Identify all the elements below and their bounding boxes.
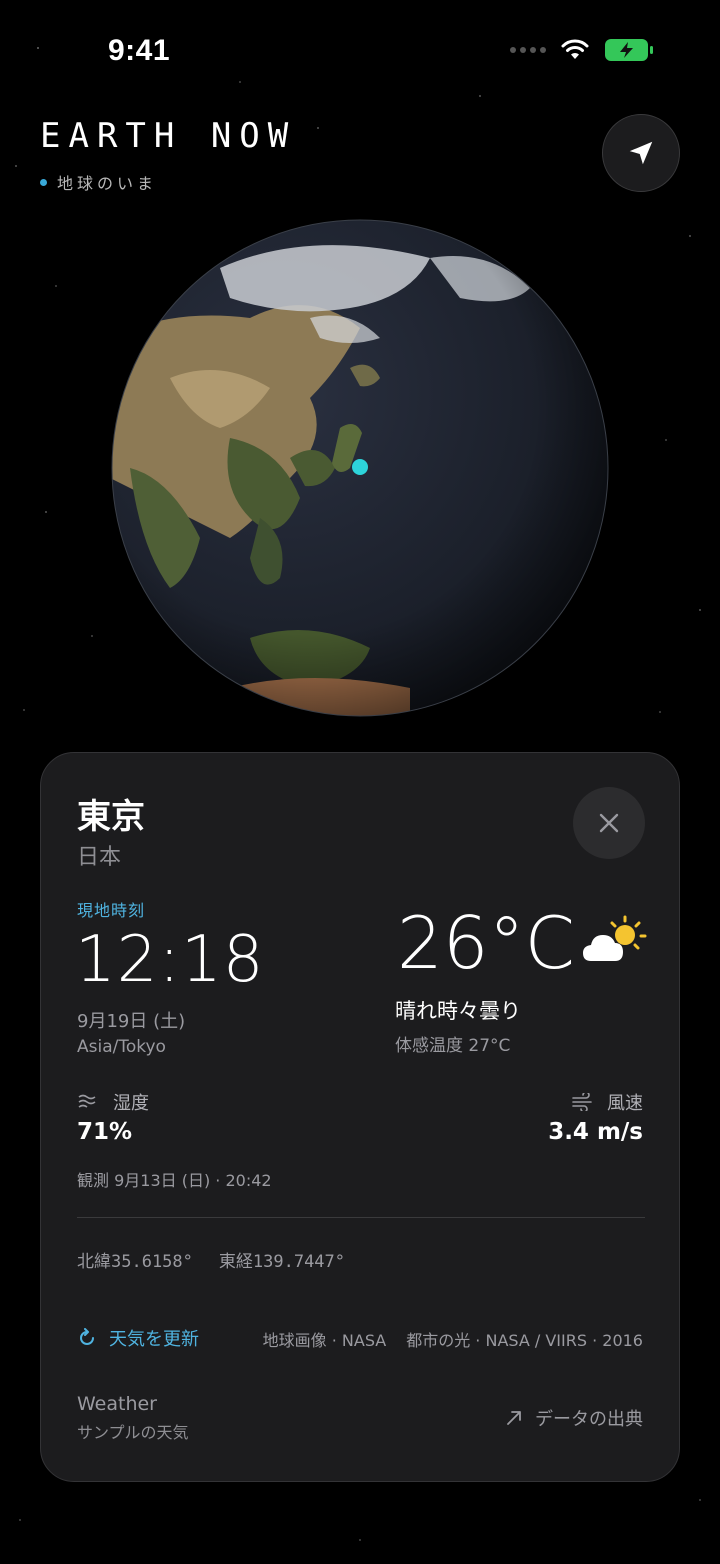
external-link-icon [507,1411,521,1425]
wind-label-text: 風速 [607,1093,643,1114]
close-icon [599,813,619,833]
local-date: 9月19日 (土) [77,1011,186,1032]
humidity-label-text: 湿度 [113,1093,149,1114]
status-time: 9:41 [108,34,171,67]
longitude: 東経139.7447° [218,1252,346,1272]
humidity-value: 71% [77,1119,133,1145]
cellular-signal-icon [510,47,546,53]
location-marker[interactable] [352,459,368,475]
close-button[interactable] [573,787,645,859]
app-subtitle: 地球のいま [40,170,157,194]
divider [77,1217,645,1218]
credit-city-lights: 都市の光 · NASA / VIIRS · 2016 [406,1331,643,1350]
partly-sunny-icon [583,915,647,961]
timezone: Asia/Tokyo [77,1037,166,1057]
live-indicator-dot [40,178,47,186]
temperature: 26°C [397,901,575,985]
status-bar: 9:41 [0,0,720,100]
wind-icon [572,1093,592,1111]
weather-source-title: Weather [77,1393,157,1415]
wifi-icon [561,39,589,59]
local-time: 12:18 [75,923,265,997]
humidity-label: 湿度 [77,1089,149,1115]
latitude: 北緯35.6158° [77,1252,193,1272]
app-title: EARTH NOW [40,116,297,156]
data-source-link[interactable]: データの出典 [505,1405,643,1431]
local-time-label: 現地時刻 [77,901,146,920]
wind-value: 3.4 m/s [548,1119,643,1145]
battery-charging-icon [605,39,653,61]
observation-time: 観測 9月13日 (日) · 20:42 [77,1171,272,1190]
coordinates: 北緯35.6158° 東経139.7447° [77,1247,345,1272]
wind-label: 風速 [571,1089,643,1115]
city-name: 東京 [77,797,145,837]
weather-source-subtitle: サンプルの天気 [77,1423,189,1442]
refresh-icon [80,1328,94,1345]
image-credits: 地球画像 · NASA 都市の光 · NASA / VIIRS · 2016 [263,1327,643,1351]
app-subtitle-text: 地球のいま [57,174,158,193]
humidity-icon [78,1094,96,1108]
feels-like: 体感温度 27°C [395,1036,511,1056]
weather-condition: 晴れ時々曇り [395,999,521,1023]
country-name: 日本 [77,845,122,870]
data-source-label: データの出典 [535,1409,643,1430]
earth-globe[interactable] [110,218,610,718]
refresh-weather-button[interactable]: 天気を更新 [77,1325,199,1351]
location-info-card: 東京 日本 現地時刻 12:18 9月19日 (土) Asia/Tokyo 26… [40,752,680,1482]
status-icons [510,38,654,62]
locate-button[interactable] [602,114,680,192]
credit-earth-image: 地球画像 · NASA [262,1331,387,1350]
refresh-label: 天気を更新 [109,1329,199,1350]
location-arrow-icon [629,141,653,165]
